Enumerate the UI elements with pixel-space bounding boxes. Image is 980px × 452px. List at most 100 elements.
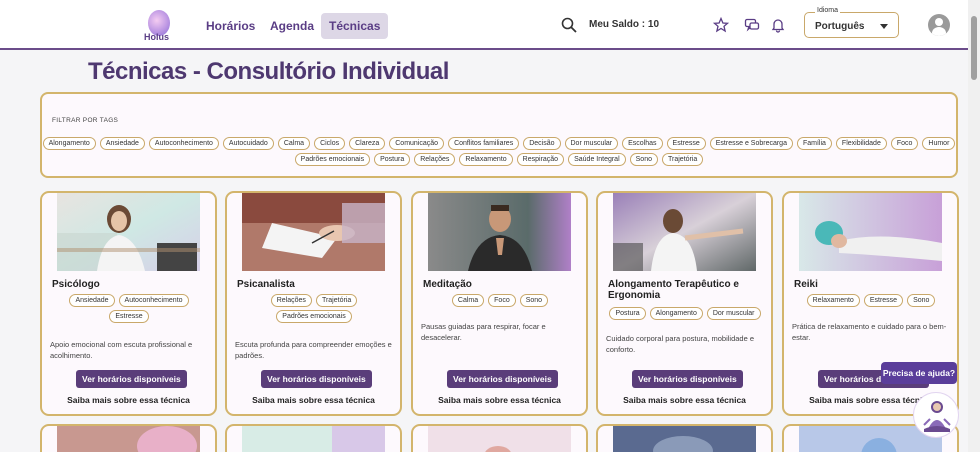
chat-icon[interactable] <box>744 17 760 33</box>
help-button[interactable]: Precisa de ajuda? <box>881 362 957 384</box>
technique-card-row2-3 <box>411 424 588 452</box>
learn-more-link[interactable]: Saiba mais sobre essa técnica <box>598 395 771 405</box>
filter-tag[interactable]: Postura <box>374 153 411 166</box>
card-tag[interactable]: Alongamento <box>649 307 703 320</box>
card-description: Prática de relaxamento e cuidado para o … <box>792 322 947 342</box>
filter-tag[interactable]: Foco <box>890 137 919 150</box>
holus-logo[interactable]: Holus <box>140 8 180 44</box>
card-photo <box>428 426 571 452</box>
page-scrollbar[interactable] <box>968 0 980 452</box>
filter-tag[interactable]: Dor muscular <box>564 137 619 150</box>
scrollbar-thumb[interactable] <box>971 16 977 80</box>
filter-tag[interactable]: Ansiedade <box>99 137 145 150</box>
learn-more-link[interactable]: Saiba mais sobre essa técnica <box>227 395 400 405</box>
filter-tag[interactable]: Alongamento <box>42 137 96 150</box>
filter-tag[interactable]: Conflitos familiares <box>448 137 520 150</box>
card-tag[interactable]: Dor muscular <box>706 307 761 320</box>
psicologo-photo <box>57 193 200 271</box>
user-avatar[interactable] <box>928 14 950 36</box>
card-description: Cuidado corporal para postura, mobilidad… <box>606 334 755 354</box>
card-tag[interactable]: Autoconhecimento <box>118 294 189 307</box>
filter-tag[interactable]: Sono <box>629 153 658 166</box>
card-tag[interactable]: Foco <box>488 294 516 307</box>
filter-tag[interactable]: Calma <box>277 137 311 150</box>
filter-label: FILTRAR POR TAGS <box>52 117 119 124</box>
star-icon[interactable] <box>713 17 729 33</box>
filter-tag[interactable]: Humor <box>922 137 956 150</box>
view-schedule-button[interactable]: Ver horários disponíveis <box>261 370 372 388</box>
top-navbar: Holus Horários Agenda Técnicas Meu Saldo… <box>0 0 968 50</box>
avatar-body <box>932 27 946 36</box>
filter-tag[interactable]: Estresse e Sobrecarga <box>709 137 793 150</box>
card-description: Pausas guiadas para respirar, focar e de… <box>421 322 546 342</box>
technique-card-row2-1 <box>40 424 217 452</box>
filter-tag[interactable]: Decisão <box>523 137 561 150</box>
learn-more-link[interactable]: Saiba mais sobre essa técnica <box>413 395 586 405</box>
nav-horarios[interactable]: Horários <box>198 13 263 39</box>
card-tag[interactable]: Estresse <box>863 294 904 307</box>
avatar-head <box>935 18 943 26</box>
filter-tag[interactable]: Escolhas <box>622 137 663 150</box>
bell-icon[interactable] <box>770 17 786 33</box>
tag-row-1: Alongamento Ansiedade Autoconhecimento Auto… <box>42 137 956 150</box>
card-tag[interactable]: Ansiedade <box>69 294 115 307</box>
card-tag[interactable]: Postura <box>609 307 646 320</box>
filter-tag[interactable]: Padrões emocionais <box>294 153 371 166</box>
card-description: Escuta profunda para compreender emoções… <box>235 340 392 360</box>
technique-card-row2-2 <box>225 424 402 452</box>
card-tags: Relações Trajetória Padrões emocionais <box>233 294 395 323</box>
reiki-photo <box>799 193 942 271</box>
filter-tag[interactable]: Relações <box>414 153 456 166</box>
page-title: Técnicas - Consultório Individual <box>88 58 449 85</box>
view-schedule-button[interactable]: Ver horários disponíveis <box>76 370 187 388</box>
card-tag[interactable]: Sono <box>519 294 549 307</box>
card-tag[interactable]: Estresse <box>109 310 149 323</box>
language-label: Idioma <box>815 7 841 14</box>
card-tags: Relaxamento Estresse Sono <box>790 294 952 307</box>
filter-tag[interactable]: Respiração <box>516 153 565 166</box>
filter-tag[interactable]: Clareza <box>349 137 386 150</box>
card-tag[interactable]: Sono <box>907 294 936 307</box>
card-title: Reiki <box>794 279 818 290</box>
filter-tag[interactable]: Flexibilidade <box>835 137 887 150</box>
view-schedule-button[interactable]: Ver horários disponíveis <box>447 370 558 388</box>
card-description: Apoio emocional com escuta profissional … <box>50 340 193 360</box>
card-photo <box>242 426 385 452</box>
card-tag[interactable]: Relações <box>270 294 312 307</box>
card-title: Alongamento Terapêutico e Ergonomia <box>608 279 739 301</box>
technique-card-psicanalista: Psicanalista Relações Trajetória Padrões… <box>225 191 402 416</box>
psicanalista-photo <box>242 193 385 271</box>
card-tags: Postura Alongamento Dor muscular <box>604 307 766 320</box>
filter-tag[interactable]: Família <box>796 137 832 150</box>
help-assistant-avatar[interactable] <box>913 392 959 438</box>
language-value: Português <box>815 21 865 32</box>
filter-tag[interactable]: Trajetória <box>662 153 704 166</box>
filter-tag[interactable]: Autoconhecimento <box>148 137 219 150</box>
filter-tag[interactable]: Comunicação <box>389 137 445 150</box>
card-photo <box>57 426 200 452</box>
filter-tag[interactable]: Relaxamento <box>459 153 513 166</box>
filter-tag[interactable]: Saúde Integral <box>568 153 626 166</box>
language-select[interactable]: Idioma Português <box>804 7 899 38</box>
filter-tag[interactable]: Ciclos <box>314 137 346 150</box>
view-schedule-button[interactable]: Ver horários disponíveis <box>632 370 743 388</box>
card-tags: Ansiedade Autoconhecimento Estresse <box>48 294 210 323</box>
card-tag[interactable]: Padrões emocionais <box>276 310 352 323</box>
nav-agenda[interactable]: Agenda <box>262 13 322 39</box>
card-tag[interactable]: Trajetória <box>315 294 358 307</box>
technique-card-meditacao: Meditação Calma Foco Sono Pausas guiadas… <box>411 191 588 416</box>
filter-tag[interactable]: Estresse <box>666 137 706 150</box>
search-icon[interactable] <box>561 17 577 33</box>
technique-card-alongamento: Alongamento Terapêutico e Ergonomia Post… <box>596 191 773 416</box>
learn-more-link[interactable]: Saiba mais sobre essa técnica <box>42 395 215 405</box>
tag-filter-panel: FILTRAR POR TAGS Alongamento Ansiedade Aut… <box>40 92 958 178</box>
technique-card-row2-4 <box>596 424 773 452</box>
card-tag[interactable]: Relaxamento <box>806 294 860 307</box>
card-title: Psicanalista <box>237 279 295 290</box>
filter-tag[interactable]: Autocuidado <box>222 137 274 150</box>
card-tag[interactable]: Calma <box>451 294 485 307</box>
logo-text: Holus <box>144 32 170 42</box>
tag-row-2: Padrões emocionais Postura Relações Relaxam… <box>42 153 956 166</box>
nav-tecnicas[interactable]: Técnicas <box>321 13 389 39</box>
balance-text: Meu Saldo : 10 <box>589 19 660 30</box>
